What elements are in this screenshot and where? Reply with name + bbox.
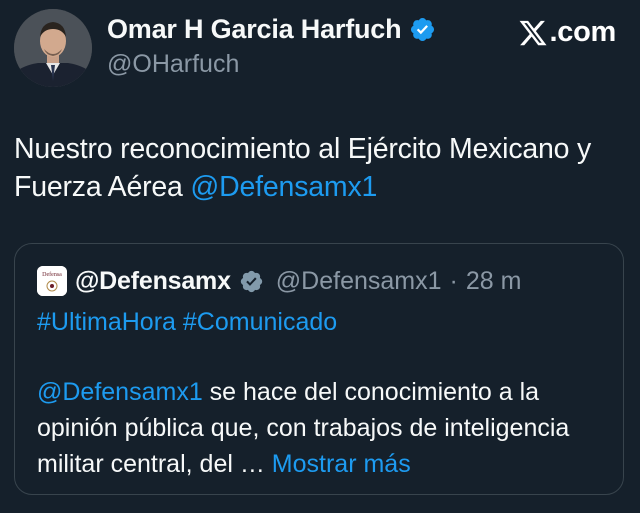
quoted-separator: ·	[449, 266, 458, 295]
x-brand: .com	[518, 16, 617, 49]
gray-verified-badge-icon	[239, 269, 264, 294]
hashtag-comunicado[interactable]: #Comunicado	[183, 308, 337, 336]
quoted-timestamp[interactable]: 28 m	[466, 267, 522, 296]
quoted-handle[interactable]: @Defensamx1	[276, 267, 442, 296]
quoted-body-mention[interactable]: @Defensamx1	[37, 378, 203, 406]
quoted-hashtags: #UltimaHora #Comunicado	[37, 308, 337, 337]
defensa-logo: Defensa	[37, 266, 67, 296]
quoted-body: @Defensamx1 se hace del conocimiento a l…	[37, 374, 607, 482]
author-display-name[interactable]: Omar H Garcia Harfuch	[107, 14, 402, 45]
verified-badge-icon	[409, 16, 436, 43]
x-logo-icon	[518, 18, 548, 48]
tweet-text: Nuestro reconocimiento al Ejército Mexic…	[14, 130, 619, 206]
show-more-link[interactable]: Mostrar más	[272, 450, 411, 478]
quoted-avatar[interactable]: Defensa	[37, 266, 67, 296]
quoted-avatar-label: Defensa	[42, 271, 62, 278]
author-photo	[14, 9, 92, 87]
author-name-row: Omar H Garcia Harfuch	[107, 14, 436, 45]
quoted-tweet-card[interactable]: Defensa @Defensamx @Defensamx1 · 28 m #Ult…	[14, 243, 624, 495]
tweet-mention-link[interactable]: @Defensamx1	[190, 171, 377, 203]
brand-text: .com	[549, 16, 617, 48]
author-avatar[interactable]	[14, 9, 92, 87]
author-handle[interactable]: @OHarfuch	[107, 50, 239, 79]
quoted-display-name[interactable]: @Defensamx	[75, 267, 231, 296]
quoted-header: Defensa @Defensamx @Defensamx1 · 28 m	[37, 266, 521, 296]
hashtag-ultimahora[interactable]: #UltimaHora	[37, 308, 176, 336]
